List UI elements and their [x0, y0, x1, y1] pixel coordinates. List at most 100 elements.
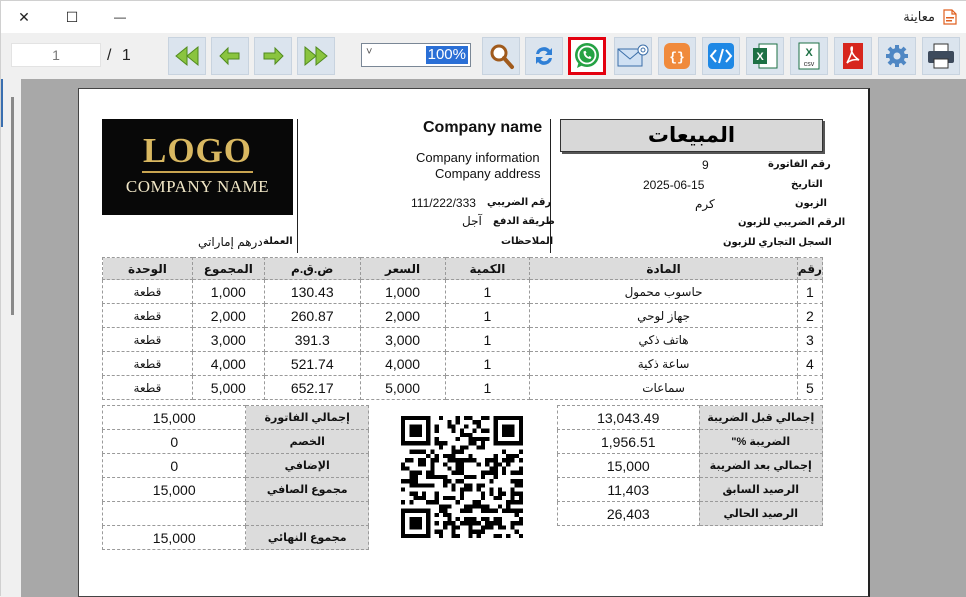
cell-unit: قطعة — [102, 351, 193, 376]
column-header-vat: ض.ق.م — [263, 257, 361, 280]
csv-export-button[interactable]: Xcsv — [790, 37, 828, 75]
cell-vat: 652.17 — [263, 375, 361, 400]
gear-icon — [886, 45, 908, 67]
zoom-value: 100% — [425, 46, 468, 64]
json-export-button[interactable]: {} — [658, 37, 696, 75]
cell-unit: قطعة — [102, 375, 193, 400]
currency-value: درهم إماراتي — [198, 235, 263, 249]
document-title: المبيعات — [560, 119, 823, 152]
totals-row: 26,403 الرصيد الحالي — [557, 501, 823, 526]
toolbar: 1 / 1 ˅ 100% {} X X csv — [1, 33, 966, 79]
print-button[interactable] — [922, 37, 960, 75]
zoom-select[interactable]: ˅ 100% — [361, 43, 471, 67]
customer-value: كرم — [695, 197, 715, 211]
customer-registry-label: السجل التجاري للزبون — [723, 237, 832, 248]
settings-button[interactable] — [878, 37, 916, 75]
cell-vat: 130.43 — [263, 279, 361, 304]
total-value: 0 — [101, 429, 247, 454]
total-label: إجمالي قبل الضريبة — [698, 405, 823, 430]
cell-total: 4,000 — [191, 351, 265, 376]
column-header-quantity: الكمية — [444, 257, 531, 280]
refresh-button[interactable] — [525, 37, 563, 75]
total-label: الضريبة %" — [698, 429, 823, 454]
excel-icon: X — [753, 43, 778, 69]
cell-item: ساعة ذكية — [529, 351, 798, 376]
html-icon — [708, 43, 734, 69]
column-header-unit: الوحدة — [102, 257, 193, 280]
totals-row: 15,000 مجموع الصافي — [101, 477, 369, 502]
cell-number: 3 — [796, 327, 824, 352]
table-row: قطعة 1,000 130.43 1,000 1 حاسوب محمول 1 — [102, 279, 824, 304]
cell-quantity: 1 — [444, 351, 531, 376]
cell-vat: 391.3 — [263, 327, 361, 352]
pdf-export-button[interactable] — [834, 37, 872, 75]
html-export-button[interactable] — [702, 37, 740, 75]
tax-number-label: رقم الضريبي — [487, 197, 552, 208]
close-icon: ✕ — [18, 8, 30, 25]
title-bar: ✕ ☐ — معاينة — [1, 1, 966, 33]
cell-total: 5,000 — [191, 375, 265, 400]
logo-divider — [142, 171, 253, 173]
header-divider-right — [550, 119, 551, 253]
logo-company-name: COMPANY NAME — [125, 177, 270, 196]
total-label: الرصيد السابق — [698, 477, 823, 502]
cell-vat: 521.74 — [263, 351, 361, 376]
total-label: مجموع الصافي — [245, 477, 369, 502]
cell-unit: قطعة — [102, 279, 193, 304]
header-divider-left — [297, 119, 298, 253]
qr-code — [401, 416, 523, 538]
total-label: مجموع النهائي — [245, 525, 369, 550]
company-address: Company address — [435, 166, 541, 181]
excel-export-button[interactable]: X — [746, 37, 784, 75]
totals-row — [101, 501, 369, 526]
cell-number: 1 — [796, 279, 824, 304]
cell-item: حاسوب محمول — [529, 279, 798, 304]
total-value: 26,403 — [557, 501, 700, 526]
cell-price: 3,000 — [359, 327, 446, 352]
items-table: الوحدة المجموع ض.ق.م السعر الكمية المادة… — [102, 257, 824, 400]
cell-quantity: 1 — [444, 303, 531, 328]
last-page-icon — [304, 45, 328, 67]
maximize-button[interactable]: ☐ — [49, 1, 95, 33]
first-page-button[interactable] — [168, 37, 206, 75]
payment-method-label: طريقة الدفع — [493, 216, 555, 227]
email-button[interactable] — [614, 37, 652, 75]
totals-row: 15,000 مجموع النهائي — [101, 525, 369, 550]
totals-right-table: 13,043.49 إجمالي قبل الضريبة 1,956.51 الضر… — [557, 405, 823, 526]
vertical-scrollbar[interactable] — [11, 97, 14, 315]
json-icon: {} — [664, 43, 690, 69]
cell-quantity: 1 — [444, 327, 531, 352]
search-button[interactable] — [482, 37, 520, 75]
page-number-input[interactable]: 1 — [11, 43, 101, 67]
next-page-button[interactable] — [254, 37, 292, 75]
table-header-row: الوحدة المجموع ض.ق.م السعر الكمية المادة… — [102, 257, 824, 280]
whatsapp-button[interactable] — [568, 37, 606, 75]
cell-price: 1,000 — [359, 279, 446, 304]
next-page-icon — [263, 46, 284, 66]
total-label — [245, 501, 369, 526]
page-count: / 1 — [107, 47, 134, 64]
customer-label: الزبون — [795, 198, 827, 209]
cell-price: 4,000 — [359, 351, 446, 376]
window-title: معاينة — [903, 9, 935, 24]
document-icon — [943, 9, 957, 25]
customer-tax-label: الرقم الضريبي للزبون — [738, 217, 846, 228]
totals-row: 15,000 إجمالي الفاتورة — [101, 405, 369, 430]
cell-item: جهاز لوحي — [529, 303, 798, 328]
totals-row: 0 الإضافي — [101, 453, 369, 478]
chevron-down-icon: ˅ — [366, 46, 373, 58]
cell-quantity: 1 — [444, 375, 531, 400]
cell-quantity: 1 — [444, 279, 531, 304]
cell-item: سماعات — [529, 375, 798, 400]
minimize-button[interactable]: — — [97, 1, 143, 33]
cell-item: هاتف ذكي — [529, 327, 798, 352]
company-logo: LOGO COMPANY NAME — [102, 119, 293, 215]
last-page-button[interactable] — [297, 37, 335, 75]
close-button[interactable]: ✕ — [1, 1, 47, 33]
previous-page-button[interactable] — [211, 37, 249, 75]
date-label: التاريخ — [791, 179, 823, 190]
whatsapp-icon — [575, 43, 599, 68]
cell-vat: 260.87 — [263, 303, 361, 328]
svg-text:{}: {} — [669, 50, 685, 65]
payment-method-value: آجل — [462, 214, 482, 228]
